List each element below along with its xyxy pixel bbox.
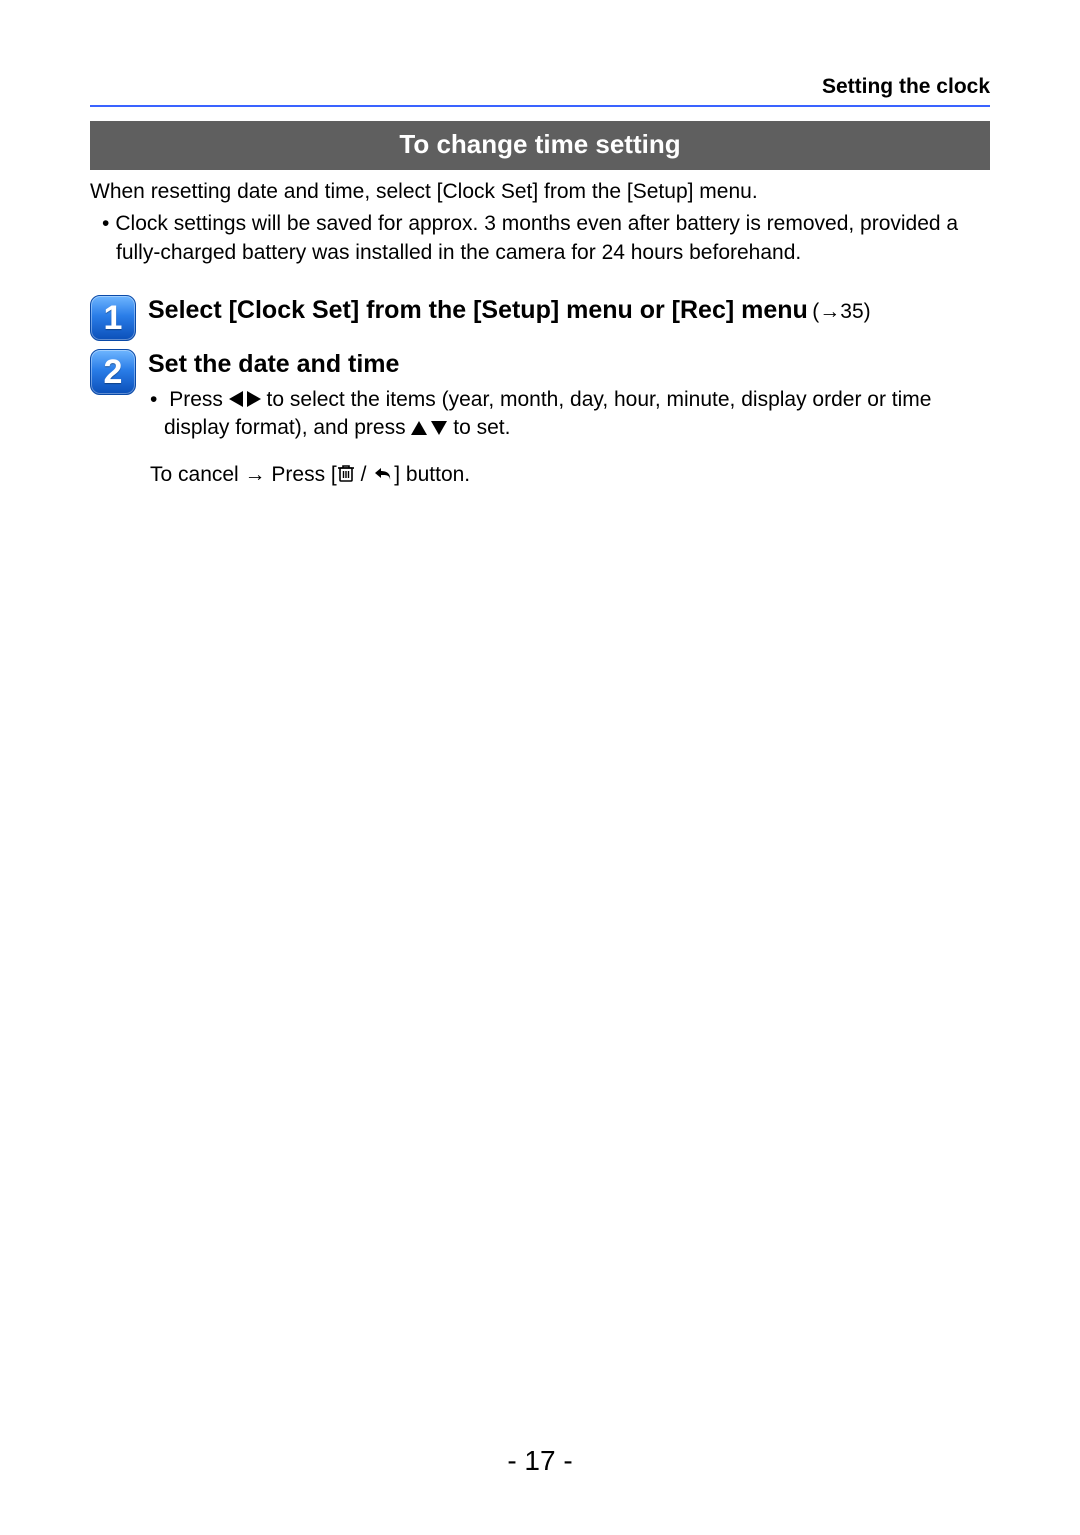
- step-number-badge: 1: [90, 295, 136, 341]
- return-icon: [372, 463, 394, 491]
- step-1: 1 Select [Clock Set] from the [Setup] me…: [90, 293, 990, 341]
- detail-text-suffix: to set.: [447, 416, 510, 439]
- cancel-sep: /: [355, 463, 373, 486]
- section-intro-text: When resetting date and time, select [Cl…: [90, 178, 990, 206]
- detail-text-mid: to select the items (year, month, day, h…: [164, 388, 931, 439]
- header-rule: [90, 105, 990, 107]
- step-title: Set the date and time: [148, 347, 990, 382]
- page-number: - 17 -: [0, 1445, 1080, 1477]
- step-2: 2 Set the date and time Press to select …: [90, 347, 990, 491]
- chapter-title: Setting the clock: [90, 75, 990, 105]
- detail-text-prefix: Press: [169, 388, 229, 411]
- step-number-badge: 2: [90, 349, 136, 395]
- section-note-item: Clock settings will be saved for approx.…: [102, 210, 990, 267]
- left-right-arrow-icon: [229, 388, 261, 411]
- cancel-prefix: To cancel → Press [: [150, 463, 337, 486]
- step-cancel-line: To cancel → Press [ / ] button.: [148, 461, 990, 491]
- section-notes: Clock settings will be saved for approx.…: [90, 210, 990, 267]
- step-detail-item: Press to select the items (year, month, …: [150, 386, 990, 443]
- trash-icon: [337, 463, 355, 491]
- up-down-arrow-icon: [411, 416, 447, 439]
- step-title: Select [Clock Set] from the [Setup] menu…: [148, 296, 808, 324]
- step-detail-list: Press to select the items (year, month, …: [148, 386, 990, 443]
- cancel-suffix: ] button.: [394, 463, 470, 486]
- section-title-bar: To change time setting: [90, 121, 990, 170]
- step-page-reference: (→35): [812, 300, 870, 323]
- step-body: Set the date and time Press to select th…: [148, 347, 990, 491]
- manual-page: Setting the clock To change time setting…: [0, 0, 1080, 1535]
- step-body: Select [Clock Set] from the [Setup] menu…: [148, 293, 990, 328]
